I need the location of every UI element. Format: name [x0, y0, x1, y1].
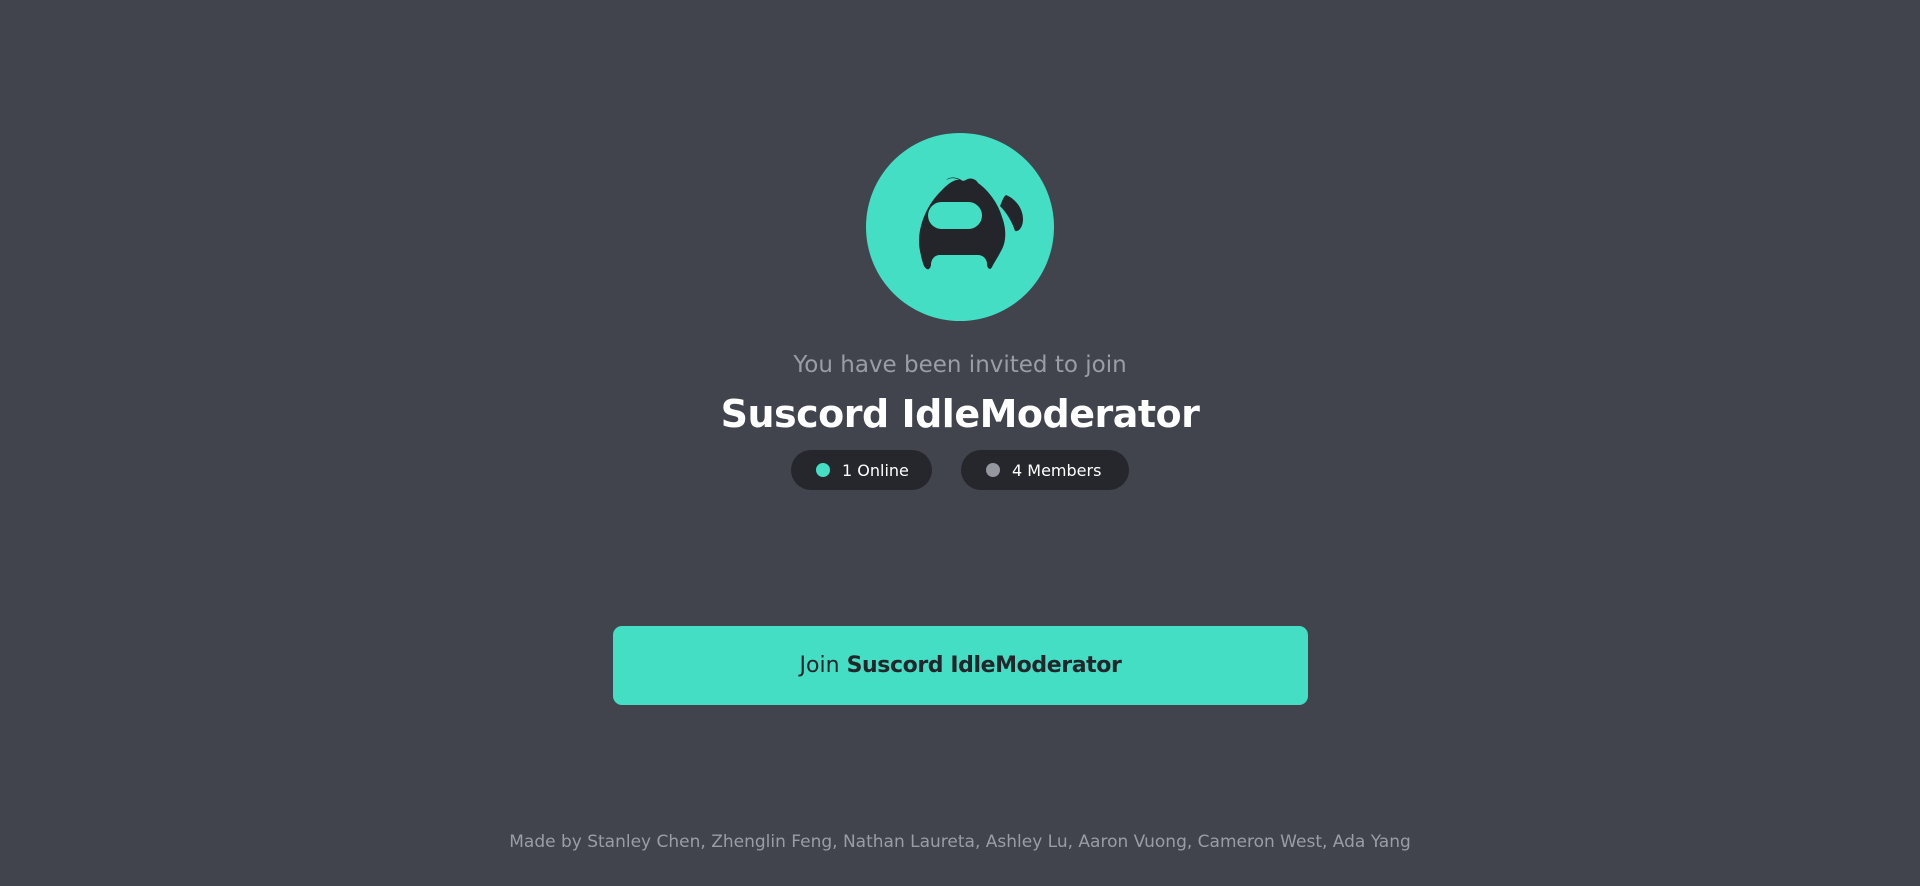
online-status-dot — [816, 463, 830, 477]
server-name: Suscord IdleModerator — [720, 392, 1200, 436]
join-button-server-name: Suscord IdleModerator — [846, 653, 1122, 678]
server-stats: 1 Online 4 Members — [0, 450, 1920, 490]
footer-credits: Made by Stanley Chen, Zhenglin Feng, Nat… — [509, 832, 1411, 852]
online-count-badge: 1 Online — [791, 450, 932, 490]
suscord-crewmate-icon — [918, 177, 1023, 270]
invite-subtitle: You have been invited to join — [793, 352, 1127, 378]
member-count-badge: 4 Members — [961, 450, 1129, 490]
join-button-prefix: Join — [799, 653, 840, 678]
server-icon — [866, 133, 1054, 321]
invite-page: You have been invited to join Suscord Id… — [0, 0, 1920, 886]
online-count-label: 1 Online — [842, 460, 909, 480]
members-status-dot — [986, 463, 1000, 477]
join-server-button[interactable]: Join Suscord IdleModerator — [613, 626, 1308, 705]
member-count-label: 4 Members — [1012, 460, 1102, 480]
